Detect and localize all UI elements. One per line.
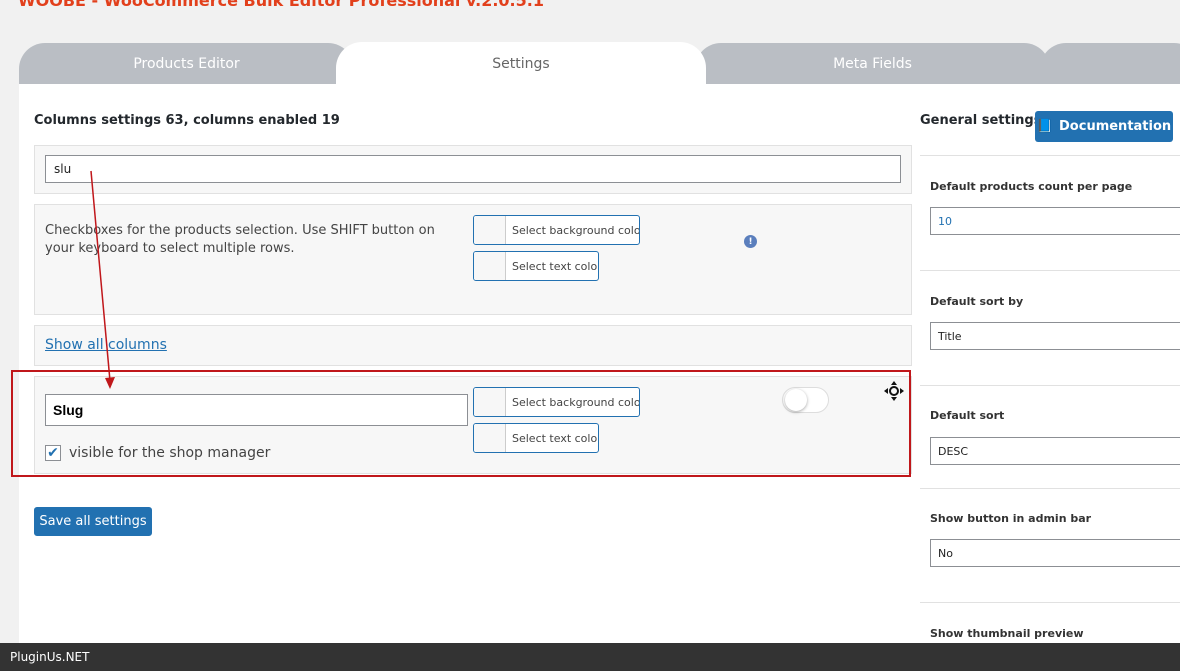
tab-more[interactable] — [1040, 43, 1180, 85]
color-swatch — [474, 388, 506, 416]
setting-label-sort-by: Default sort by — [930, 295, 1024, 308]
color-swatch — [474, 252, 506, 280]
save-all-settings-button[interactable]: Save all settings — [34, 507, 152, 536]
footer-text: PluginUs.NET — [10, 650, 90, 664]
visible-for-shop-manager-label: visible for the shop manager — [69, 445, 271, 461]
setting-label-thumbnail-preview: Show thumbnail preview — [930, 627, 1084, 640]
book-icon: 📘 — [1036, 119, 1054, 134]
tab-meta-fields[interactable]: Meta Fields — [695, 43, 1050, 85]
tab-settings[interactable]: Settings — [336, 42, 706, 86]
color-button-label: Select background color — [512, 223, 640, 237]
slug-select-bg-color-button[interactable]: Select background color — [473, 387, 640, 417]
column-search-input[interactable] — [45, 155, 901, 183]
products-count-input[interactable]: 10 — [930, 207, 1180, 235]
show-all-columns-link[interactable]: Show all columns — [45, 337, 167, 353]
visible-for-shop-manager-checkbox[interactable]: ✔ — [45, 445, 61, 461]
info-icon[interactable]: ! — [744, 235, 757, 248]
color-button-label: Select text color — [512, 431, 599, 445]
color-button-label: Select background color — [512, 395, 640, 409]
app-title: WOOBE - WooCommerce Bulk Editor Professi… — [18, 0, 544, 10]
documentation-button[interactable]: 📘 Documentation — [1035, 111, 1173, 142]
sort-by-select[interactable]: Title — [930, 322, 1180, 350]
tab-products-editor[interactable]: Products Editor — [19, 43, 354, 85]
setting-label-admin-bar: Show button in admin bar — [930, 512, 1092, 525]
color-swatch — [474, 216, 506, 244]
setting-label-products-count: Default products count per page — [930, 180, 1133, 193]
color-button-label: Select text color — [512, 259, 599, 273]
slug-column-title-input[interactable] — [45, 394, 468, 426]
admin-bar-button-select[interactable]: No — [930, 539, 1180, 567]
sort-order-select[interactable]: DESC — [930, 437, 1180, 465]
settings-separator — [920, 385, 1180, 386]
documentation-label: Documentation — [1059, 119, 1172, 134]
general-settings-title: General settings - — [920, 113, 1052, 128]
settings-separator — [920, 488, 1180, 489]
settings-separator — [920, 602, 1180, 603]
toggle-knob — [785, 389, 807, 411]
settings-separator — [920, 270, 1180, 271]
visible-for-shop-manager-option[interactable]: ✔ visible for the shop manager — [45, 445, 270, 461]
checkbox-select-bg-color-button[interactable]: Select background color — [473, 215, 640, 245]
footer-bar: PluginUs.NET — [0, 643, 1180, 671]
slug-column-enable-toggle[interactable] — [782, 387, 829, 413]
columns-settings-heading: Columns settings 63, columns enabled 19 — [34, 113, 340, 128]
settings-separator — [920, 155, 1180, 156]
drag-move-icon[interactable] — [883, 380, 905, 402]
checkbox-select-text-color-button[interactable]: Select text color — [473, 251, 599, 281]
slug-select-text-color-button[interactable]: Select text color — [473, 423, 599, 453]
checkbox-column-description: Checkboxes for the products selection. U… — [45, 223, 435, 256]
setting-label-sort: Default sort — [930, 409, 1005, 422]
color-swatch — [474, 424, 506, 452]
